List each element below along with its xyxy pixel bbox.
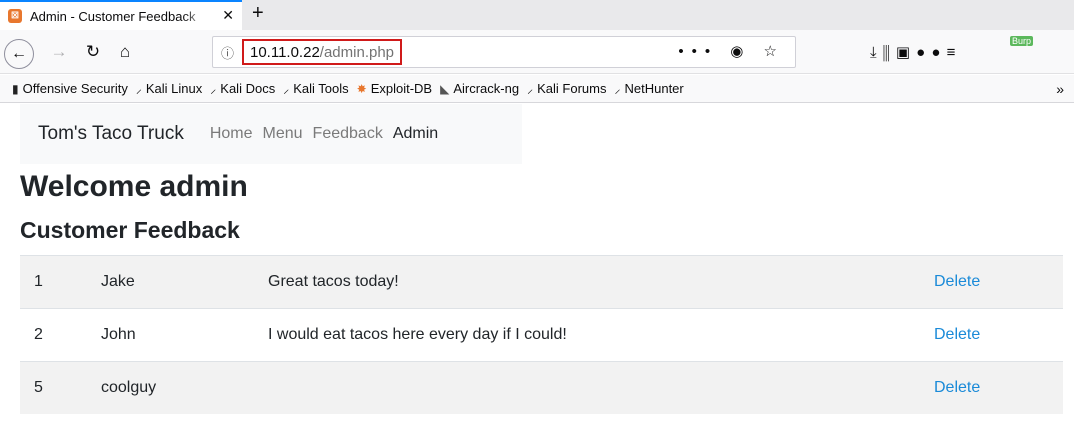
browser-tab[interactable]: ⊠ Admin - Customer Feedback ✕ <box>0 0 242 30</box>
close-tab-icon[interactable]: ✕ <box>222 7 234 24</box>
bookmark-exploit-db[interactable]: ✸ Exploit-DB <box>357 81 432 96</box>
bookmark-label: Kali Docs <box>220 81 276 96</box>
tab-title: Admin - Customer Feedback <box>30 8 196 24</box>
bookmark-kali-linux[interactable]: ⸝ Kali Linux <box>136 80 202 97</box>
url-text[interactable]: 10.11.0.22 /admin.php <box>242 39 403 65</box>
tab-bar: ⊠ Admin - Customer Feedback ✕ + <box>0 0 1074 30</box>
site-brand[interactable]: Tom's Taco Truck <box>38 123 184 145</box>
bookmark-kali-forums[interactable]: ⸝ Kali Forums <box>527 80 606 97</box>
offsec-icon: ▮ <box>12 81 19 96</box>
new-tab-icon[interactable]: + <box>252 2 264 25</box>
nav-admin[interactable]: Admin <box>393 125 438 143</box>
bookmark-nethunter[interactable]: ⸝ NetHunter <box>614 80 683 97</box>
exploitdb-icon: ✸ <box>356 81 367 96</box>
bookmark-label: NetHunter <box>624 81 684 96</box>
row-id: 2 <box>34 326 43 343</box>
page-actions-icons[interactable]: ••• ◉ ☆ <box>678 42 785 60</box>
info-icon[interactable]: ⓘ <box>221 43 234 62</box>
row-name: Jake <box>101 273 135 290</box>
row-id: 5 <box>34 379 43 396</box>
row-name: coolguy <box>101 379 157 396</box>
delete-link[interactable]: Delete <box>934 379 980 397</box>
table-row: 1 Jake Great tacos today! Delete <box>20 255 1063 308</box>
bookmark-label: Kali Forums <box>537 81 607 96</box>
row-name: John <box>101 326 136 343</box>
row-message: Great tacos today! <box>268 273 399 290</box>
navigation-toolbar: ← → ↻ ⌂ ⓘ 10.11.0.22 /admin.php ••• ◉ ☆ … <box>0 30 1074 74</box>
bookmarks-toolbar: ▮ Offensive Security ⸝ Kali Linux ⸝ Kali… <box>0 75 1074 103</box>
table-row: 5 coolguy Delete <box>20 361 1063 414</box>
burp-badge: Burp <box>1010 36 1034 46</box>
kali-dragon-icon: ⸝ <box>527 82 534 96</box>
nav-feedback[interactable]: Feedback <box>313 125 383 143</box>
section-title: Customer Feedback <box>20 217 240 243</box>
nav-menu[interactable]: Menu <box>263 125 303 143</box>
bookmark-kali-tools[interactable]: ⸝ Kali Tools <box>283 80 348 97</box>
url-host: 10.11.0.22 <box>250 43 320 61</box>
bookmark-label: Offensive Security <box>22 81 128 96</box>
site-navbar: Tom's Taco Truck Home Menu Feedback Admi… <box>20 104 522 164</box>
bookmark-label: Kali Linux <box>145 81 203 96</box>
back-arrow-icon[interactable]: ← <box>4 39 34 69</box>
url-path: /admin.php <box>319 43 395 61</box>
aircrack-icon: ◣ <box>440 81 450 96</box>
feedback-table: 1 Jake Great tacos today! Delete 2 John … <box>20 255 1063 414</box>
bookmark-label: Aircrack-ng <box>453 81 520 96</box>
kali-dragon-icon: ⸝ <box>210 82 217 96</box>
bookmark-aircrack-ng[interactable]: ◣ Aircrack-ng <box>440 81 519 96</box>
home-icon[interactable]: ⌂ <box>110 30 140 74</box>
row-id: 1 <box>34 273 43 290</box>
page-title: Welcome admin <box>20 170 248 203</box>
row-message: I would eat tacos here every day if I co… <box>268 326 567 343</box>
delete-link[interactable]: Delete <box>934 326 980 344</box>
kali-dragon-icon: ⸝ <box>135 82 142 96</box>
kali-dragon-icon: ⸝ <box>283 82 290 96</box>
bookmark-offensive-security[interactable]: ▮ Offensive Security <box>12 81 128 96</box>
bookmark-kali-docs[interactable]: ⸝ Kali Docs <box>210 80 275 97</box>
bookmark-label: Exploit-DB <box>370 81 433 96</box>
bookmark-label: Kali Tools <box>293 81 349 96</box>
url-bar[interactable]: ⓘ 10.11.0.22 /admin.php ••• ◉ ☆ <box>212 36 796 68</box>
forward-arrow-icon[interactable]: → <box>44 30 74 74</box>
table-row: 2 John I would eat tacos here every day … <box>20 308 1063 361</box>
delete-link[interactable]: Delete <box>934 273 980 291</box>
chevron-right-icon[interactable]: » <box>1056 81 1064 97</box>
reload-icon[interactable]: ↻ <box>78 30 108 74</box>
xampp-favicon-icon: ⊠ <box>8 9 22 23</box>
kali-dragon-icon: ⸝ <box>614 82 621 96</box>
nav-home[interactable]: Home <box>210 125 253 143</box>
